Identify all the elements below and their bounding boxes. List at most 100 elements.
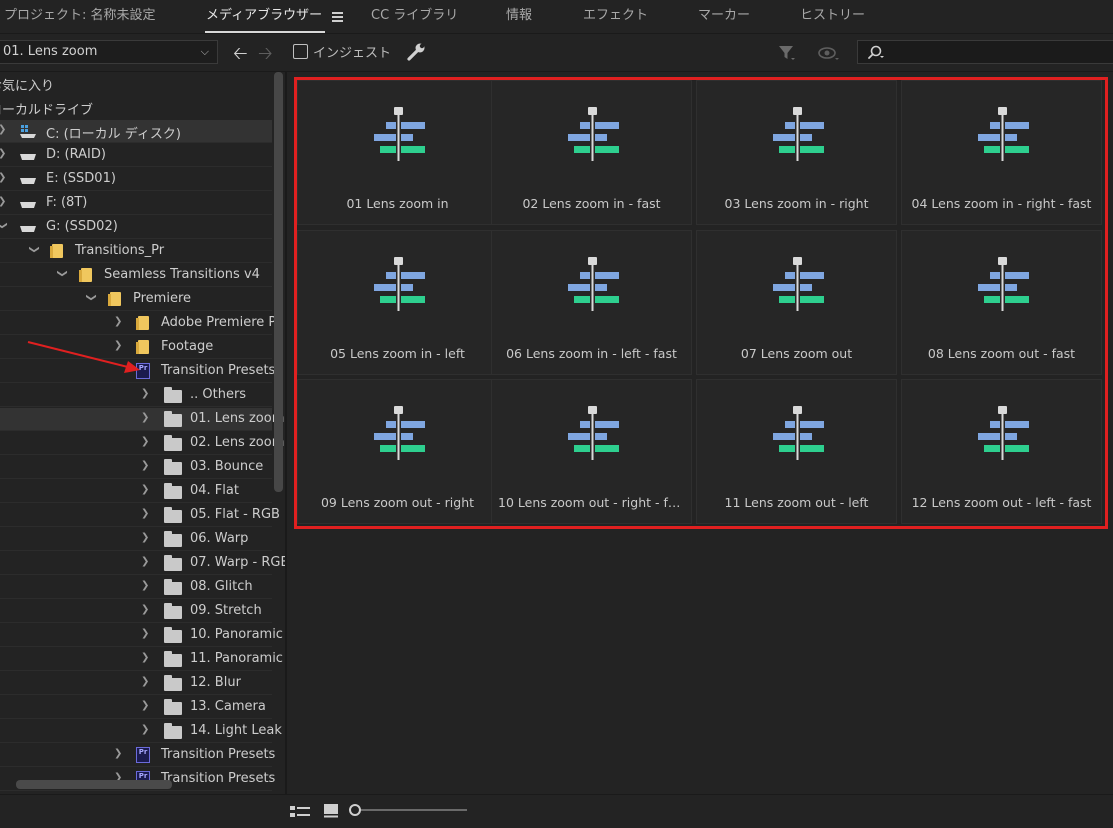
forward-arrow-icon[interactable]: 🡢 <box>258 41 273 71</box>
tree-item-drive-g[interactable]: ❯ G: (SSD02) <box>0 216 272 239</box>
chevron-right-icon[interactable]: ❯ <box>141 556 149 567</box>
chevron-right-icon[interactable]: ❯ <box>141 436 149 447</box>
tree-item-subfolder[interactable]: ❯ 03. Bounce <box>0 456 272 479</box>
preset-tile[interactable]: 03 Lens zoom in - right <box>696 80 897 225</box>
back-arrow-icon[interactable]: 🡠 <box>233 41 248 71</box>
preset-tile-label: 08 Lens zoom out - fast <box>927 346 1076 361</box>
preset-tile[interactable]: 09 Lens zoom out - right <box>297 379 498 524</box>
tab-media-browser[interactable]: メディアブラウザー <box>206 0 322 33</box>
tree-item-subfolder[interactable]: ❯ 11. Panoramic <box>0 648 283 671</box>
transition-preset-icon <box>374 257 425 311</box>
tree-item-drive-f[interactable]: ❯ F: (8T) <box>0 192 272 215</box>
tree-item-drive-e[interactable]: ❯ E: (SSD01) <box>0 168 272 191</box>
media-grid: 01 Lens zoom in 02 Lens zoom in - fast 03 … <box>287 72 1113 794</box>
zoom-slider-handle[interactable] <box>349 804 361 816</box>
chevron-right-icon[interactable]: ❯ <box>0 172 6 183</box>
tree-item-subfolder[interactable]: ❯ 09. Stretch <box>0 600 272 623</box>
tree-item-favorites[interactable]: お気に入り <box>0 72 272 95</box>
chevron-right-icon[interactable]: ❯ <box>141 388 149 399</box>
search-field[interactable] <box>857 40 1113 64</box>
preset-tile[interactable]: 01 Lens zoom in <box>297 80 498 225</box>
preset-tile-label: 12 Lens zoom out - left - fast <box>911 495 1092 510</box>
preset-tile-label: 02 Lens zoom in - fast <box>522 196 661 211</box>
tree-item-subfolder[interactable]: ❯ 08. Glitch <box>0 576 272 599</box>
tab-effects[interactable]: エフェクト <box>583 0 648 33</box>
tree-vertical-scrollbar[interactable] <box>274 72 283 492</box>
tab-history[interactable]: ヒストリー <box>800 0 865 33</box>
filter-icon[interactable] <box>778 44 796 62</box>
panel-menu-icon[interactable] <box>332 12 343 22</box>
tree-item-subfolder[interactable]: ❯ 12. Blur <box>0 672 272 695</box>
chevron-down-icon[interactable]: ❯ <box>57 269 68 277</box>
folder-icon <box>164 483 182 499</box>
chevron-right-icon[interactable]: ❯ <box>0 196 6 207</box>
tree-item-folder[interactable]: ❯ Seamless Transitions v4 <box>0 264 272 287</box>
list-view-icon[interactable] <box>290 805 312 819</box>
folder-icon <box>164 507 182 523</box>
tree-item-subfolder-selected[interactable]: ❯ 01. Lens zoom <box>0 408 284 431</box>
tree-horizontal-scrollbar[interactable] <box>16 780 172 789</box>
path-dropdown[interactable]: 01. Lens zoom ⌵ <box>0 40 218 64</box>
tree-item-subfolder[interactable]: ❯ 04. Flat <box>0 480 272 503</box>
preset-tile[interactable]: 05 Lens zoom in - left <box>297 230 498 375</box>
tree-item-subfolder[interactable]: ❯ 13. Camera <box>0 696 272 719</box>
chevron-right-icon[interactable]: ❯ <box>0 148 6 159</box>
tree-item-subfolder[interactable]: ❯ 14. Light Leak <box>0 720 282 743</box>
preset-tile[interactable]: 08 Lens zoom out - fast <box>901 230 1102 375</box>
zoom-slider[interactable] <box>349 802 469 818</box>
chevron-right-icon[interactable]: ❯ <box>141 652 149 663</box>
folder-icon <box>164 675 182 691</box>
chevron-down-icon[interactable]: ❯ <box>29 245 40 253</box>
chevron-right-icon[interactable]: ❯ <box>114 748 122 759</box>
tree-item-drive-c[interactable]: ❯ C: (ローカル ディスク) <box>0 120 272 143</box>
chevron-right-icon[interactable]: ❯ <box>141 676 149 687</box>
chevron-right-icon[interactable]: ❯ <box>114 316 122 327</box>
preset-tile[interactable]: 11 Lens zoom out - left <box>696 379 897 524</box>
tree-item-folder[interactable]: ❯ Premiere <box>0 288 272 311</box>
tree-item-local-drives[interactable]: ローカルドライブ <box>0 96 272 119</box>
tree-item-subfolder[interactable]: ❯ 07. Warp - RGB <box>0 552 286 575</box>
tree-item-folder[interactable]: ❯ Adobe Premiere Pr <box>0 312 281 335</box>
folder-icon <box>164 723 182 739</box>
preset-tile[interactable]: 10 Lens zoom out - right - fast <box>491 379 692 524</box>
zoom-slider-track[interactable] <box>359 809 467 811</box>
tree-item-subfolder[interactable]: ❯ 05. Flat - RGB <box>0 504 280 527</box>
search-icon <box>868 45 884 59</box>
preset-tile[interactable]: 07 Lens zoom out <box>696 230 897 375</box>
chevron-right-icon[interactable]: ❯ <box>141 604 149 615</box>
tree-item-subfolder[interactable]: ❯ .. Others <box>0 384 272 407</box>
tab-project[interactable]: プロジェクト: 名称未設定 <box>4 0 156 33</box>
preset-tile[interactable]: 06 Lens zoom in - left - fast <box>491 230 692 375</box>
chevron-right-icon[interactable]: ❯ <box>141 412 149 423</box>
tab-markers[interactable]: マーカー <box>698 0 750 33</box>
preset-tile[interactable]: 12 Lens zoom out - left - fast <box>901 379 1102 524</box>
tree-item-subfolder[interactable]: ❯ 10. Panoramic <box>0 624 283 647</box>
chevron-right-icon[interactable]: ❯ <box>0 124 6 135</box>
tree-item-drive-d[interactable]: ❯ D: (RAID) <box>0 144 272 167</box>
chevron-right-icon[interactable]: ❯ <box>141 700 149 711</box>
chevron-right-icon[interactable]: ❯ <box>141 724 149 735</box>
chevron-right-icon[interactable]: ❯ <box>141 532 149 543</box>
chevron-right-icon[interactable]: ❯ <box>141 508 149 519</box>
transition-preset-icon <box>773 406 824 460</box>
premiere-preset-icon: Pr <box>136 747 150 763</box>
chevron-down-icon[interactable]: ❯ <box>86 293 97 301</box>
eye-icon[interactable] <box>818 45 840 61</box>
icon-view-icon[interactable] <box>324 804 338 818</box>
tree-item-subfolder[interactable]: ❯ 06. Warp <box>0 528 272 551</box>
tab-info[interactable]: 情報 <box>506 0 532 33</box>
chevron-right-icon[interactable]: ❯ <box>141 460 149 471</box>
chevron-right-icon[interactable]: ❯ <box>141 580 149 591</box>
tab-cc-libraries[interactable]: CC ライブラリ <box>371 0 458 33</box>
tree-item-subfolder[interactable]: ❯ 02. Lens zoom <box>0 432 284 455</box>
wrench-icon[interactable] <box>405 42 427 62</box>
preset-tile[interactable]: 02 Lens zoom in - fast <box>491 80 692 225</box>
chevron-right-icon[interactable]: ❯ <box>141 628 149 639</box>
ingest-checkbox[interactable] <box>293 44 308 59</box>
tree-item-folder[interactable]: ❯ Transitions_Pr <box>0 240 272 263</box>
chevron-right-icon[interactable]: ❯ <box>141 484 149 495</box>
search-input[interactable] <box>890 43 1100 61</box>
chevron-down-icon[interactable]: ❯ <box>0 221 8 229</box>
preset-tile[interactable]: 04 Lens zoom in - right - fast <box>901 80 1102 225</box>
tree-item-transition-presets[interactable]: ❯ Pr Transition Presets <box>0 744 275 767</box>
